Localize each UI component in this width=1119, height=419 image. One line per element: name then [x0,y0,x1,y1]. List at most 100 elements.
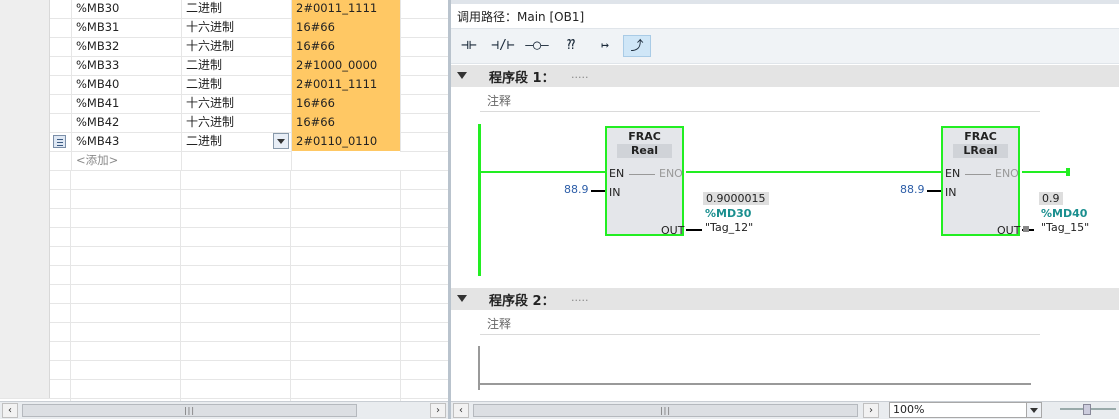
editor-horizontal-scrollbar[interactable]: ‹ ||| › [451,401,884,419]
monitor-value-cell[interactable]: 2#0011_1111 [291,75,400,94]
block-type[interactable]: Real [617,144,672,158]
network-2-title-placeholder[interactable]: ..... [571,291,588,304]
close-branch-icon[interactable]: ⤴ [623,35,651,57]
row-header[interactable] [0,94,50,113]
add-row-label[interactable]: <添加> [71,151,180,170]
out-tag[interactable]: "Tag_15" [1041,221,1089,234]
modify-value-cell[interactable] [400,56,448,75]
monitor-value-cell[interactable]: 2#0110_0110 [291,132,400,151]
table-row[interactable]: %MB42 十六进制 16#66 [0,113,448,133]
modify-value-cell[interactable] [400,37,448,56]
scroll-right-button[interactable]: › [863,403,879,418]
ladder-toolbar: ⊣⊢ ⊣/⊢ –◯– ⁇ ↦ ⤴ [451,28,1119,64]
row-header[interactable] [0,37,50,56]
network-1-comment[interactable]: 注释 [480,90,1040,112]
table-horizontal-scrollbar[interactable]: ‹ ||| › [0,401,448,419]
display-format-cell[interactable]: 十六进制 [181,37,290,56]
display-format-cell[interactable]: 十六进制 [181,113,290,132]
nc-contact-icon[interactable]: ⊣/⊢ [489,35,517,57]
table-row[interactable]: %MB33 二进制 2#1000_0000 [0,56,448,76]
address-cell[interactable]: %MB42 [71,113,180,132]
address-cell[interactable]: %MB43 [71,132,180,151]
collapse-arrow-icon[interactable] [457,295,467,302]
chevron-down-icon[interactable] [273,133,289,149]
collapse-arrow-icon[interactable] [457,72,467,79]
monitor-value-cell[interactable]: 2#1000_0000 [291,56,400,75]
address-cell[interactable]: %MB32 [71,37,180,56]
eno-pin: ENO [995,167,1019,180]
out-tag[interactable]: "Tag_12" [705,221,753,234]
row-gutter [50,18,70,37]
open-branch-icon[interactable]: ↦ [591,35,619,57]
out-address[interactable]: %MD40 [1041,207,1087,220]
network-1-title: 程序段 1： [489,71,555,86]
chevron-down-icon[interactable] [1026,403,1041,417]
table-row[interactable]: %MB31 十六进制 16#66 [0,18,448,38]
monitor-value-cell[interactable]: 16#66 [291,37,400,56]
empty-box-icon[interactable]: ⁇ [557,35,585,57]
table-row[interactable]: %MB30 二进制 2#0011_1111 [0,0,448,19]
row-header [0,151,50,170]
power-rail [478,124,481,276]
block-name: FRAC [628,130,661,143]
no-contact-icon[interactable]: ⊣⊢ [455,35,483,57]
network-2-header[interactable]: 程序段 2： ..... [451,288,1119,310]
address-cell[interactable]: %MB41 [71,94,180,113]
monitor-value-cell[interactable]: 16#66 [291,94,400,113]
address-cell[interactable]: %MB31 [71,18,180,37]
row-header[interactable] [0,113,50,132]
modify-value-cell[interactable] [400,0,448,18]
network-1-header[interactable]: 程序段 1： ..... [451,65,1119,87]
scroll-thumb[interactable]: ||| [22,404,357,417]
table-row[interactable]: %MB41 十六进制 16#66 [0,94,448,114]
monitor-value-cell[interactable]: 2#0011_1111 [291,0,400,18]
row-header[interactable] [0,56,50,75]
network-2-comment[interactable]: 注释 [480,313,1040,335]
table-row[interactable]: %MB40 二进制 2#0011_1111 [0,75,448,95]
row-header[interactable] [0,132,50,151]
scroll-thumb[interactable]: ||| [473,404,858,417]
scroll-left-button[interactable]: ‹ [453,403,469,418]
monitor-value-cell[interactable]: 16#66 [291,113,400,132]
network-1-title-placeholder[interactable]: ..... [571,68,588,81]
address-cell[interactable]: %MB33 [71,56,180,75]
modify-value-cell[interactable] [400,132,448,151]
out-address[interactable]: %MD30 [705,207,751,220]
editor-top-border [451,0,1119,4]
row-header[interactable] [0,75,50,94]
frac-lreal-block[interactable]: FRAC LReal EN ENO IN OUT [941,126,1020,237]
in-pin: IN [609,186,621,199]
zoom-select[interactable]: 100% [889,402,1042,418]
display-format-cell[interactable]: 十六进制 [181,18,290,37]
display-format-cell[interactable]: 二进制 [181,56,290,75]
display-format-cell[interactable]: 十六进制 [181,94,290,113]
scroll-left-button[interactable]: ‹ [2,403,18,418]
display-format-cell[interactable]: 二进制 [181,0,290,18]
monitor-value-cell[interactable]: 16#66 [291,18,400,37]
modify-value-cell[interactable] [400,75,448,94]
modify-value-cell[interactable] [400,94,448,113]
modify-value-cell[interactable] [400,113,448,132]
scroll-right-button[interactable]: › [430,403,446,418]
empty-row [0,189,448,209]
wire [1022,171,1068,173]
row-header[interactable] [0,0,50,18]
block-type[interactable]: LReal [953,144,1008,158]
row-header[interactable] [0,18,50,37]
row-gutter [50,94,70,113]
block-name: FRAC [964,130,997,143]
address-cell[interactable]: %MB30 [71,0,180,18]
table-row[interactable]: %MB32 十六进制 16#66 [0,37,448,57]
table-row[interactable]: %MB43 二进制 2#0110_0110 [0,132,448,152]
modify-value-cell[interactable] [400,18,448,37]
zoom-slider-thumb[interactable] [1083,404,1091,415]
edit-row-icon[interactable] [53,135,66,148]
display-format-cell[interactable]: 二进制 [181,75,290,94]
in-value[interactable]: 88.9 [564,183,589,196]
add-row[interactable]: <添加> [0,151,448,171]
in-value[interactable]: 88.9 [900,183,925,196]
coil-icon[interactable]: –◯– [523,35,551,57]
address-cell[interactable]: %MB40 [71,75,180,94]
empty-cell [181,151,290,170]
frac-real-block[interactable]: FRAC Real EN ENO IN OUT [605,126,684,237]
